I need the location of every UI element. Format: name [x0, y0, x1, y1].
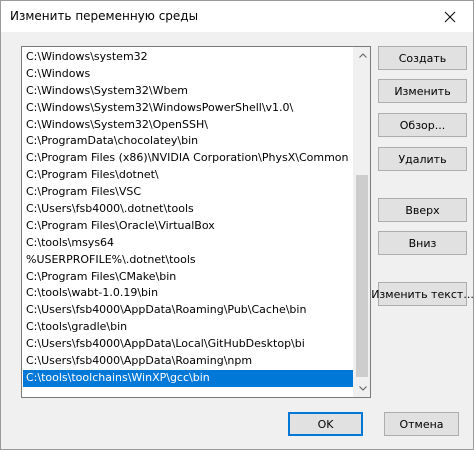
- scrollbar-thumb[interactable]: [356, 175, 368, 377]
- title-bar: Изменить переменную среды: [1, 1, 473, 32]
- move-up-button[interactable]: Вверх: [378, 198, 467, 222]
- vertical-scrollbar[interactable]: [353, 47, 370, 397]
- browse-button[interactable]: Обзор...: [378, 113, 467, 137]
- create-button[interactable]: Создать: [378, 46, 467, 70]
- edit-text-button[interactable]: Изменить текст...: [371, 282, 474, 306]
- path-list-item[interactable]: C:\Program Files\VSC: [23, 184, 355, 201]
- path-list-item[interactable]: C:\Program Files\Oracle\VirtualBox: [23, 218, 355, 235]
- path-listbox[interactable]: C:\Windows\system32 C:\Windows C:\Windows\…: [21, 46, 371, 398]
- path-list-item[interactable]: C:\ProgramData\chocolatey\bin: [23, 133, 355, 150]
- path-list-item[interactable]: C:\Windows: [23, 66, 355, 83]
- cancel-button[interactable]: Отмена: [384, 412, 459, 436]
- path-list-item[interactable]: C:\Program Files\dotnet\: [23, 167, 355, 184]
- path-list-item[interactable]: C:\tools\wabt-1.0.19\bin: [23, 285, 355, 302]
- path-list-item[interactable]: C:\tools\toolchains\WinXP\gcc\bin: [23, 369, 355, 387]
- close-button[interactable]: [427, 1, 473, 32]
- path-list-item[interactable]: C:\Program Files\CMake\bin: [23, 269, 355, 286]
- delete-button[interactable]: Удалить: [378, 147, 467, 171]
- path-list-item[interactable]: C:\Users\fsb4000\AppData\Roaming\Pub\Cac…: [23, 302, 355, 319]
- scroll-up-button[interactable]: [354, 47, 370, 64]
- ok-button[interactable]: OK: [288, 412, 363, 436]
- path-list-item[interactable]: C:\Users\fsb4000\AppData\Local\GitHubDes…: [23, 336, 355, 353]
- path-list-item[interactable]: C:\Windows\System32\WindowsPowerShell\v1…: [23, 100, 355, 117]
- path-list: C:\Windows\system32 C:\Windows C:\Windows\…: [23, 49, 355, 387]
- edit-button[interactable]: Изменить: [378, 79, 467, 103]
- close-icon: [444, 11, 456, 22]
- scroll-down-button[interactable]: [354, 380, 370, 397]
- move-down-button[interactable]: Вниз: [378, 231, 467, 255]
- path-list-item[interactable]: C:\Program Files (x86)\NVIDIA Corporatio…: [23, 150, 355, 167]
- path-list-item[interactable]: C:\Users\fsb4000\.dotnet\tools: [23, 201, 355, 218]
- dialog-title: Изменить переменную среды: [10, 9, 199, 23]
- path-list-item[interactable]: C:\tools\msys64: [23, 235, 355, 252]
- path-list-item[interactable]: C:\Windows\System32\OpenSSH\: [23, 117, 355, 134]
- path-list-item[interactable]: %USERPROFILE%\.dotnet\tools: [23, 252, 355, 269]
- path-list-item[interactable]: C:\Windows\system32: [23, 49, 355, 66]
- chevron-down-icon: [358, 386, 367, 391]
- chevron-up-icon: [358, 53, 367, 58]
- path-list-item[interactable]: C:\Users\fsb4000\AppData\Roaming\npm: [23, 353, 355, 370]
- path-list-item[interactable]: C:\Windows\System32\Wbem: [23, 83, 355, 100]
- path-list-item[interactable]: C:\tools\gradle\bin: [23, 319, 355, 336]
- edit-env-variable-dialog: Изменить переменную среды C:\Windows\sys…: [0, 0, 474, 450]
